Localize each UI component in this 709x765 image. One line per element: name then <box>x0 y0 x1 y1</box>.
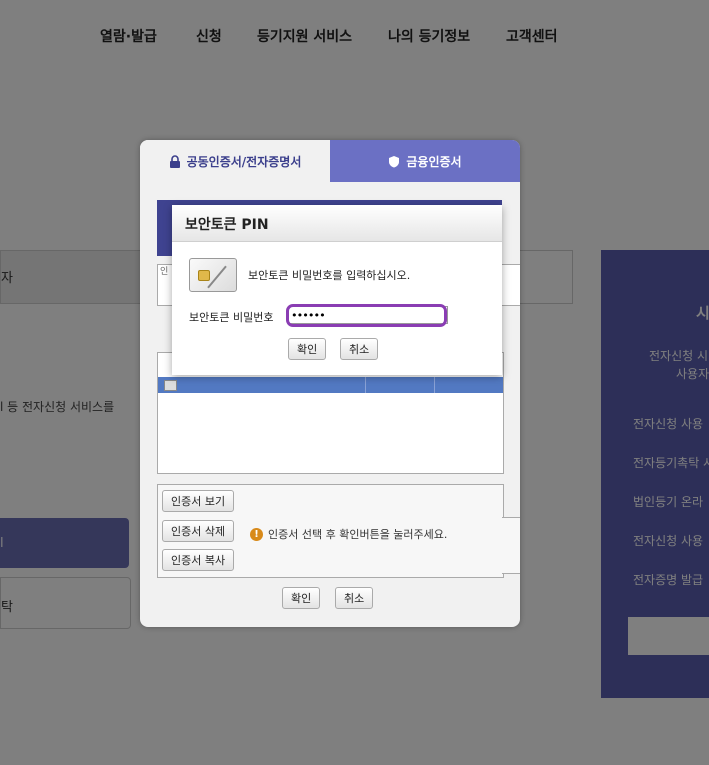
copy-certificate-button[interactable]: 인증서 복사 <box>162 549 235 571</box>
pin-message: 보안토큰 비밀번호를 입력하십시오. <box>248 269 411 282</box>
tab-joint-certificate-label: 공동인증서/전자증명서 <box>186 154 302 169</box>
certificate-icon <box>164 380 177 391</box>
column-divider <box>365 377 366 393</box>
cert-actions-frame <box>502 517 520 574</box>
view-certificate-button[interactable]: 인증서 보기 <box>162 490 235 512</box>
pin-confirm-button[interactable]: 확인 <box>288 338 327 360</box>
smart-card-icon <box>189 258 237 292</box>
tab-joint-certificate[interactable]: 공동인증서/전자증명서 <box>140 140 330 182</box>
shield-icon <box>389 155 400 167</box>
password-field-highlight <box>286 304 447 327</box>
delete-certificate-button[interactable]: 인증서 삭제 <box>162 520 235 542</box>
pin-dialog-title-bar[interactable]: 보안토큰 PIN <box>172 205 502 242</box>
card-stripe <box>207 265 227 289</box>
cert-confirm-button[interactable]: 확인 <box>282 587 321 609</box>
column-divider <box>434 377 435 393</box>
cert-cancel-button[interactable]: 취소 <box>335 587 374 609</box>
pin-dialog: 보안토큰 PIN 보안토큰 비밀번호를 입력하십시오. 보안토큰 비밀번호 확인… <box>172 205 502 375</box>
selection-hint-text: 인증서 선택 후 확인버튼을 눌러주세요. <box>268 528 448 541</box>
tab-financial-certificate-label: 금융인증서 <box>406 154 462 169</box>
selection-hint: ! 인증서 선택 후 확인버튼을 눌러주세요. <box>250 526 447 542</box>
lock-icon <box>169 154 180 168</box>
pin-password-label: 보안토큰 비밀번호 <box>189 311 274 324</box>
cert-storage-label: 인 <box>160 267 169 277</box>
pin-dialog-title: 보안토큰 PIN <box>185 217 269 233</box>
warning-icon: ! <box>250 527 263 541</box>
tab-financial-certificate[interactable]: 금융인증서 <box>330 140 520 182</box>
card-chip <box>198 270 210 281</box>
certificate-row-selected[interactable] <box>158 377 503 393</box>
pin-cancel-button[interactable]: 취소 <box>340 338 379 360</box>
